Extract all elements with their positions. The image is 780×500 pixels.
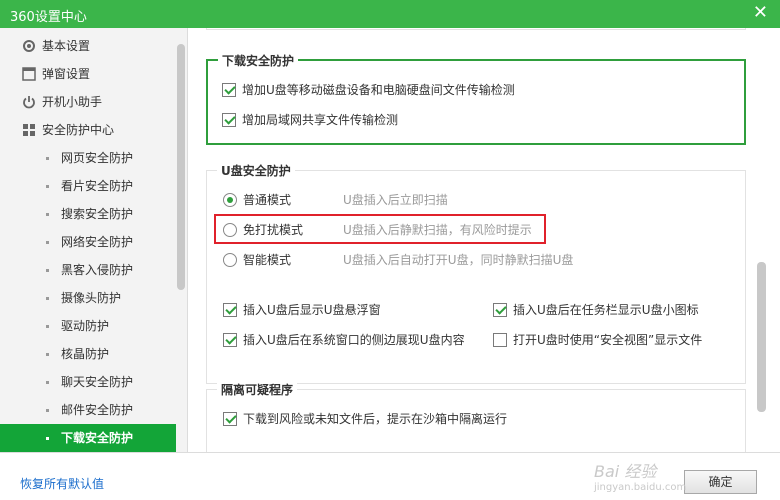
mode-description: U盘插入后自动打开U盘，同时静默扫描U盘 [343, 253, 574, 267]
settings-content: 下载安全防护 增加U盘等移动磁盘设备和电脑硬盘间文件传输检测 增加局域网共享文件… [190, 28, 780, 452]
restore-defaults-link[interactable]: 恢复所有默认值 [20, 475, 104, 492]
option-label: 增加U盘等移动磁盘设备和电脑硬盘间文件传输检测 [242, 83, 515, 97]
option-label: 插入U盘后在任务栏显示U盘小图标 [513, 303, 699, 317]
mode-label: 智能模式 [243, 253, 292, 267]
sidebar-item-label: 基本设置 [42, 39, 91, 53]
bullet-dot [46, 269, 49, 272]
sidebar-sub-label: 黑客入侵防护 [61, 263, 134, 277]
sidebar-sub-label: 驱动防护 [61, 319, 110, 333]
sidebar-item-popup-settings[interactable]: 弹窗设置 [0, 60, 176, 88]
bullet-dot [46, 297, 49, 300]
group-title: 隔离可疑程序 [217, 381, 298, 398]
usb-safe-view-option[interactable]: 打开U盘时使用“安全视图”显示文件 [493, 331, 733, 349]
window-title: 360设置中心 [10, 10, 87, 25]
sidebar-item-label: 安全防护中心 [42, 123, 115, 137]
bullet-dot [46, 157, 49, 160]
group-title: U盘安全防护 [217, 162, 295, 179]
sidebar-sub-search-protection[interactable]: 搜索安全防护 [0, 200, 176, 228]
sidebar-sub-network-protection[interactable]: 网络安全防护 [0, 228, 176, 256]
window-icon [22, 67, 36, 81]
bullet-dot [46, 213, 49, 216]
option-label: 下载到风险或未知文件后，提示在沙箱中隔离运行 [243, 412, 508, 426]
sandbox-isolate-option[interactable]: 下载到风险或未知文件后，提示在沙箱中隔离运行 [223, 410, 723, 428]
bullet-dot [46, 353, 49, 356]
usb-float-window-option[interactable]: 插入U盘后显示U盘悬浮窗 [223, 301, 483, 319]
usb-mode-smart[interactable]: 智能模式 U盘插入后自动打开U盘，同时静默扫描U盘 [223, 251, 723, 269]
sidebar-scrollbar[interactable] [177, 44, 185, 290]
checkbox[interactable] [222, 83, 236, 97]
sidebar-sub-label: 网页安全防护 [61, 151, 134, 165]
radio-button[interactable] [223, 253, 237, 267]
sidebar-sub-mail-protection[interactable]: 邮件安全防护 [0, 396, 176, 424]
sidebar-sub-label: 摄像头防护 [61, 291, 122, 305]
bullet-dot [46, 409, 49, 412]
sidebar-sub-camera-protection[interactable]: 摄像头防护 [0, 284, 176, 312]
sidebar-sub-label: 看片安全防护 [61, 179, 134, 193]
lan-share-check-option[interactable]: 增加局域网共享文件传输检测 [222, 111, 722, 129]
usb-taskbar-icon-option[interactable]: 插入U盘后在任务栏显示U盘小图标 [493, 301, 733, 319]
mode-label: 普通模式 [243, 193, 292, 207]
sidebar-sub-label: 网络安全防护 [61, 235, 134, 249]
shield-grid-icon [23, 124, 35, 136]
sidebar-item-security-center[interactable]: 安全防护中心 [0, 116, 176, 144]
usb-mode-normal[interactable]: 普通模式 U盘插入后立即扫描 [223, 191, 723, 209]
watermark-main: Bai 经验 [594, 462, 657, 481]
ok-button[interactable]: 确定 [684, 470, 757, 494]
sidebar-sub-web-protection[interactable]: 网页安全防护 [0, 144, 176, 172]
close-icon[interactable]: ✕ [753, 3, 768, 23]
sidebar-sub-driver-protection[interactable]: 驱动防护 [0, 312, 176, 340]
previous-group-tail [206, 28, 746, 30]
sidebar-item-label: 开机小助手 [42, 95, 103, 109]
title-bar: 360设置中心 ✕ [0, 0, 780, 28]
sidebar-item-label: 弹窗设置 [42, 67, 91, 81]
checkbox[interactable] [493, 303, 507, 317]
power-icon [23, 96, 35, 109]
gear-icon [23, 40, 35, 52]
checkbox[interactable] [223, 412, 237, 426]
bullet-dot [46, 381, 49, 384]
sidebar-sub-video-protection[interactable]: 看片安全防护 [0, 172, 176, 200]
sidebar-sub-label: 搜索安全防护 [61, 207, 134, 221]
usb-protection-group: U盘安全防护 普通模式 U盘插入后立即扫描 免打扰模式 U盘插入后静默扫描，有风… [206, 162, 746, 384]
mode-description: U盘插入后立即扫描 [343, 193, 448, 207]
sidebar-item-basic-settings[interactable]: 基本设置 [0, 32, 176, 60]
checkbox[interactable] [223, 303, 237, 317]
usb-transfer-check-option[interactable]: 增加U盘等移动磁盘设备和电脑硬盘间文件传输检测 [222, 81, 722, 99]
bullet-dot [46, 241, 49, 244]
sidebar-item-boot-assistant[interactable]: 开机小助手 [0, 88, 176, 116]
bullet-dot [46, 325, 49, 328]
option-label: 插入U盘后显示U盘悬浮窗 [243, 303, 381, 317]
option-label: 插入U盘后在系统窗口的侧边展现U盘内容 [243, 333, 465, 347]
bullet-dot [46, 437, 49, 440]
isolate-group: 隔离可疑程序 下载到风险或未知文件后，提示在沙箱中隔离运行 [206, 381, 746, 452]
sidebar-sub-chat-protection[interactable]: 聊天安全防护 [0, 368, 176, 396]
sidebar-sub-hacker-protection[interactable]: 黑客入侵防护 [0, 256, 176, 284]
checkbox[interactable] [493, 333, 507, 347]
sidebar-sub-label: 邮件安全防护 [61, 403, 134, 417]
download-protection-group: 下载安全防护 增加U盘等移动磁盘设备和电脑硬盘间文件传输检测 增加局域网共享文件… [206, 52, 746, 145]
content-scrollbar[interactable] [757, 262, 766, 412]
sidebar-sub-label: 核晶防护 [61, 347, 110, 361]
watermark: Bai 经验 jingyan.baidu.com [594, 458, 686, 493]
sidebar: 基本设置 弹窗设置 开机小助手 安全防护中心 网页安全防护 看片安全防护 搜索安… [0, 28, 188, 452]
watermark-sub: jingyan.baidu.com [594, 482, 687, 493]
usb-side-content-option[interactable]: 插入U盘后在系统窗口的侧边展现U盘内容 [223, 331, 483, 349]
option-label: 增加局域网共享文件传输检测 [242, 113, 399, 127]
option-label: 打开U盘时使用“安全视图”显示文件 [513, 333, 703, 347]
sidebar-sub-core-protection[interactable]: 核晶防护 [0, 340, 176, 368]
radio-button[interactable] [223, 193, 237, 207]
highlight-box [214, 214, 546, 244]
sidebar-sub-download-protection[interactable]: 下载安全防护 [0, 424, 176, 452]
checkbox[interactable] [223, 333, 237, 347]
bullet-dot [46, 185, 49, 188]
sidebar-sub-label: 下载安全防护 [61, 431, 134, 445]
sidebar-sub-label: 聊天安全防护 [61, 375, 134, 389]
checkbox[interactable] [222, 113, 236, 127]
group-title: 下载安全防护 [218, 52, 299, 69]
